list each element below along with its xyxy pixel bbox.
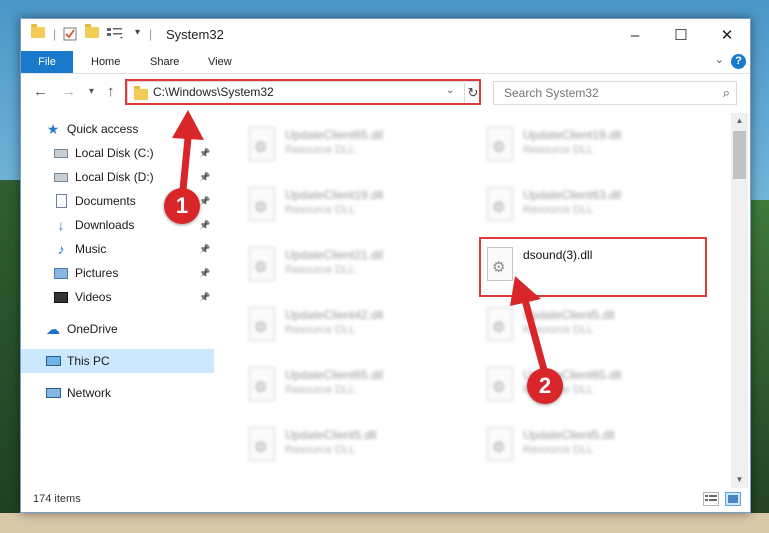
arrow-1-icon (172, 110, 204, 204)
arrow-2-icon (510, 276, 548, 374)
annotation-arrows (172, 110, 548, 374)
step-1-badge: 1 (164, 188, 200, 224)
step-2-badge: 2 (527, 368, 563, 404)
